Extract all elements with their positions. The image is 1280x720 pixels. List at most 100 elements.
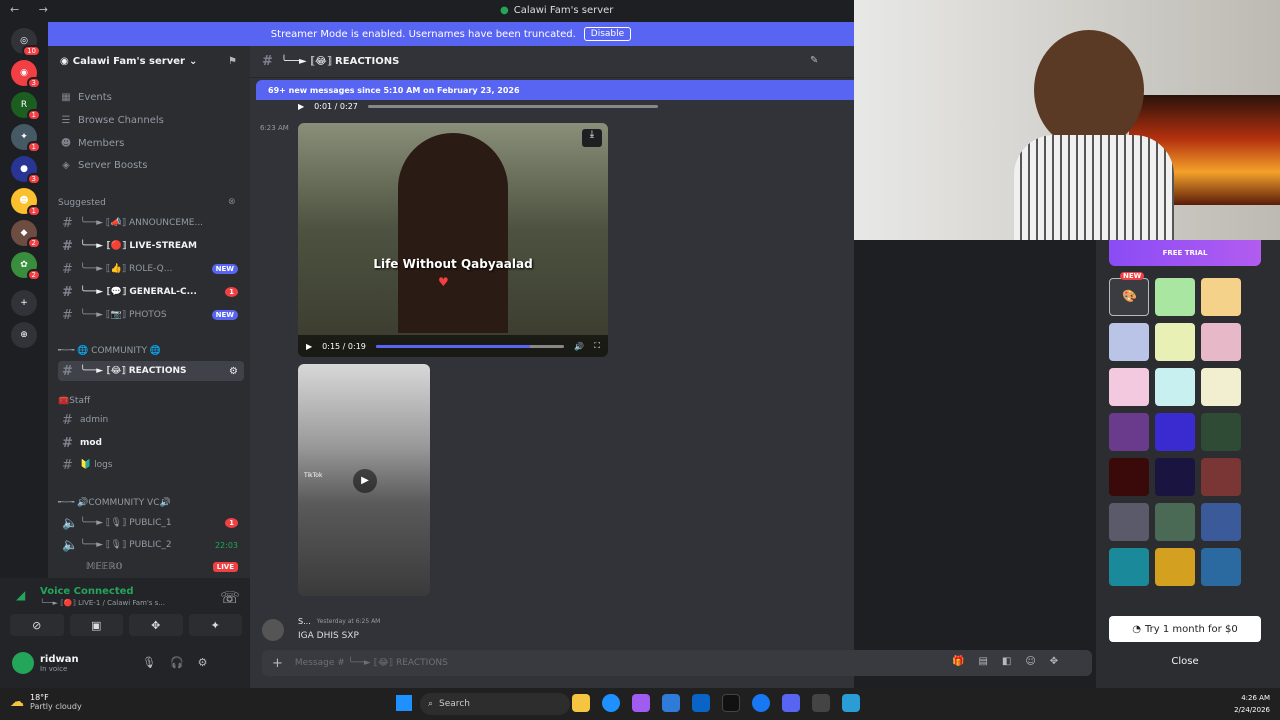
server-icon[interactable]: ◆ 2 — [11, 220, 41, 249]
custom-theme-swatch[interactable]: 🎨 — [1109, 278, 1149, 316]
video-progress[interactable] — [375, 344, 565, 348]
discover-icon[interactable]: ⊕ — [11, 322, 37, 348]
menu-members[interactable]: ☻ Members — [60, 138, 125, 149]
activities-button[interactable]: ✥ — [129, 614, 183, 636]
weather-widget[interactable]: ☁ 18°F Partly cloudy — [10, 693, 82, 711]
theme-swatch[interactable] — [1155, 413, 1195, 451]
gif-icon[interactable]: ▤ — [978, 656, 987, 667]
invite-icon[interactable]: ⚑ — [228, 56, 237, 67]
plus-icon[interactable]: + — [272, 656, 283, 671]
suggested-channel[interactable]: # ╰──► ⟦📣⟧ ANNOUNCEME... — [58, 213, 244, 233]
theme-swatch[interactable] — [1201, 413, 1241, 451]
server-icon[interactable]: ◉ 3 — [11, 60, 41, 89]
disable-button[interactable]: Disable — [583, 27, 632, 41]
theme-swatch[interactable] — [1201, 503, 1241, 541]
message-input[interactable]: + Message # ╰──► ⟦😂⟧ REACTIONS 🎁 ▤ ◧ ☺ ✥ — [262, 650, 1092, 676]
apps-icon[interactable]: ✥ — [1050, 656, 1058, 667]
taskbar-search[interactable]: ⌕ Search — [420, 693, 570, 715]
theme-swatch[interactable] — [1155, 278, 1195, 316]
theme-swatch[interactable] — [1109, 368, 1149, 406]
message-author[interactable]: S... — [298, 617, 311, 626]
server-icon[interactable]: ✿ 2 — [11, 252, 41, 281]
video-player[interactable]: ⤓ Life Without Qabyaalad ♥ ▶ 0:15 / 0:19… — [298, 123, 608, 357]
menu-browse-channels[interactable]: ☰ Browse Channels — [60, 115, 164, 126]
server-icon[interactable]: R1 — [11, 92, 41, 121]
disconnect-icon[interactable]: ☏ — [220, 588, 240, 607]
voice-member[interactable]: 𝕄𝔼𝔼ℝ𝕆 LIVE — [58, 557, 244, 577]
voice-status[interactable]: Voice Connected — [40, 586, 134, 597]
play-icon[interactable]: ▶ — [306, 342, 312, 351]
server-icon[interactable]: ✦ 1 — [11, 124, 41, 153]
theme-swatch[interactable] — [1109, 503, 1149, 541]
copilot-icon[interactable] — [632, 694, 650, 712]
screenshare-button[interactable]: ▣ — [69, 614, 123, 636]
edge-icon[interactable] — [602, 694, 620, 712]
theme-swatch[interactable] — [1201, 368, 1241, 406]
clock[interactable]: 4:26 AM 2/24/2026 — [1234, 692, 1270, 716]
shield-icon[interactable] — [842, 694, 860, 712]
volume-icon[interactable]: 🔊 — [574, 342, 584, 351]
voice-channel-public-2[interactable]: 🔈 ╰──► ⟦🎙⟧ PUBLIC_2 22:03 — [58, 535, 244, 555]
category-community-vc[interactable]: ╾─╼ 🔊COMMUNITY VC🔊 — [58, 498, 171, 508]
microphone-icon[interactable]: 🎙 — [142, 656, 156, 669]
download-icon[interactable]: ⤓ — [582, 129, 602, 147]
suggested-channel[interactable]: # ╰──► ⟦📷⟧ PHOTOS NEW — [58, 305, 244, 325]
sticker-icon[interactable]: ◧ — [1002, 656, 1011, 667]
category-community[interactable]: ╾─╼ 🌐 COMMUNITY 🌐 — [58, 346, 161, 356]
file-explorer-icon[interactable] — [572, 694, 590, 712]
suggested-channel[interactable]: # ╰──► ⟦🔴⟧ LIVE-STREAM — [58, 236, 244, 256]
theme-swatch[interactable] — [1201, 323, 1241, 361]
facebook-icon[interactable] — [752, 694, 770, 712]
user-panel[interactable]: ridwan In voice — [12, 652, 79, 674]
video-progress[interactable] — [367, 104, 658, 108]
gear-icon[interactable]: ⚙ — [198, 656, 208, 669]
category-staff[interactable]: 🧰Staff — [58, 396, 90, 406]
headphones-icon[interactable]: 🎧 — [170, 656, 184, 669]
theme-swatch[interactable] — [1155, 368, 1195, 406]
close-icon[interactable]: ⊗ — [228, 197, 236, 207]
theme-swatch[interactable] — [1201, 458, 1241, 496]
play-icon[interactable]: ▶ — [298, 102, 304, 111]
app-icon[interactable] — [812, 694, 830, 712]
menu-server-boosts[interactable]: ◈ Server Boosts — [60, 160, 147, 171]
theme-swatch[interactable] — [1109, 548, 1149, 586]
avatar[interactable] — [262, 619, 284, 641]
add-server-icon[interactable]: + — [11, 290, 37, 316]
channel-mod[interactable]: # mod — [58, 433, 244, 453]
theme-swatch[interactable] — [1201, 278, 1241, 316]
discord-icon[interactable] — [782, 694, 800, 712]
new-messages-bar[interactable]: 69+ new messages since 5:10 AM on Februa… — [256, 80, 854, 100]
fullscreen-icon[interactable]: ⛶ — [594, 341, 600, 351]
voice-channel-public-1[interactable]: 🔈 ╰──► ⟦🎙⟧ PUBLIC_1 1 — [58, 513, 244, 533]
close-button[interactable]: Close — [1096, 656, 1274, 667]
play-icon[interactable]: ▶ — [353, 469, 377, 493]
suggested-channel[interactable]: # ╰──► ⟦👍⟧ ROLE-Q... NEW — [58, 259, 244, 279]
menu-events[interactable]: ▦ Events — [60, 92, 112, 103]
channel-admin[interactable]: # admin — [58, 410, 244, 430]
start-icon[interactable] — [396, 695, 412, 711]
threads-icon[interactable]: ✎ — [810, 55, 818, 66]
outlook-icon[interactable] — [692, 694, 710, 712]
server-name-header[interactable]: ◉ Calawi Fam's server ⌄ — [60, 56, 197, 67]
theme-swatch[interactable] — [1155, 323, 1195, 361]
channel-reactions[interactable]: # ╰──► ⟦😂⟧ REACTIONS ⚙ — [58, 361, 244, 381]
suggested-channel[interactable]: # ╰──► ⟦💬⟧ GENERAL-C... 1 — [58, 282, 244, 302]
server-icon[interactable]: ● 3 — [11, 156, 41, 185]
camera-off-button[interactable]: ⊘ — [10, 614, 64, 636]
voice-channel-name[interactable]: ╰──► ⟦🔴⟧ LIVE-1 / Calawi Fam's s... — [40, 599, 165, 607]
store-icon[interactable] — [662, 694, 680, 712]
channel-logs[interactable]: # 🔰 logs — [58, 455, 244, 475]
theme-swatch[interactable] — [1155, 548, 1195, 586]
soundboard-button[interactable]: ✦ — [188, 614, 242, 636]
gift-icon[interactable]: 🎁 — [952, 656, 964, 667]
emoji-icon[interactable]: ☺ — [1025, 656, 1035, 667]
theme-swatch[interactable] — [1155, 503, 1195, 541]
server-icon[interactable]: ◎ 10 — [11, 28, 41, 57]
nav-arrows[interactable]: ← → — [10, 3, 56, 16]
theme-swatch[interactable] — [1109, 413, 1149, 451]
tiktok-icon[interactable] — [722, 694, 740, 712]
try-trial-button[interactable]: ◔ Try 1 month for $0 — [1109, 616, 1261, 642]
theme-swatch[interactable] — [1155, 458, 1195, 496]
theme-swatch[interactable] — [1201, 548, 1241, 586]
video-thumbnail-tiktok[interactable]: TikTok ▶ — [298, 364, 430, 596]
